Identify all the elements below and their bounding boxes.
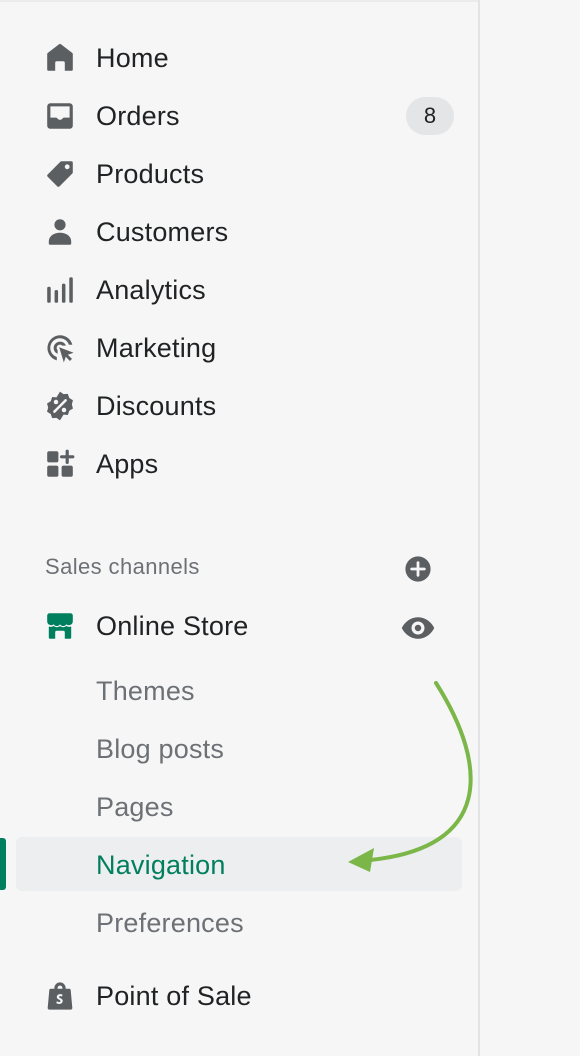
shopping-bag-icon — [44, 980, 76, 1012]
sidebar-item-online-store[interactable]: Online Store — [16, 599, 462, 653]
active-item-indicator — [0, 838, 6, 890]
sidebar-item-label: Marketing — [96, 332, 217, 363]
sidebar-item-analytics[interactable]: Analytics — [16, 263, 462, 317]
sidebar-item-home[interactable]: Home — [16, 31, 462, 85]
view-online-store-eye-icon[interactable] — [400, 610, 436, 646]
online-store-sub-item-preferences[interactable]: Preferences — [16, 895, 462, 949]
orders-icon — [44, 100, 76, 132]
store-icon — [44, 610, 76, 642]
sidebar-item-customers[interactable]: Customers — [16, 205, 462, 259]
sidebar: Home Orders 8 Products Customers Analyti… — [0, 0, 478, 1056]
home-icon — [44, 42, 76, 74]
sub-item-label: Blog posts — [96, 734, 225, 764]
sidebar-item-label: Customers — [96, 216, 229, 247]
sub-item-label: Pages — [96, 792, 174, 822]
sidebar-item-label: Analytics — [96, 274, 206, 305]
apps-icon — [44, 448, 76, 480]
sidebar-item-products[interactable]: Products — [16, 147, 462, 201]
sidebar-item-label: Online Store — [96, 610, 249, 641]
sub-item-label: Themes — [96, 676, 195, 706]
orders-count-badge: 8 — [406, 97, 454, 135]
sales-channels-heading: Sales channels — [45, 554, 200, 579]
main-content — [480, 0, 580, 1056]
sidebar-item-label: Orders — [96, 100, 180, 131]
sidebar-item-label: Products — [96, 158, 205, 189]
sidebar-item-label: Discounts — [96, 390, 217, 421]
annotation-arrow — [348, 681, 473, 872]
target-icon — [44, 332, 76, 364]
sub-item-label: Navigation — [96, 850, 226, 880]
sub-item-label: Preferences — [96, 908, 244, 938]
sidebar-item-apps[interactable]: Apps — [16, 437, 462, 491]
sidebar-item-orders[interactable]: Orders 8 — [16, 89, 462, 143]
sidebar-item-marketing[interactable]: Marketing — [16, 321, 462, 375]
sidebar-item-discounts[interactable]: Discounts — [16, 379, 462, 433]
sidebar-item-label: Point of Sale — [96, 980, 252, 1011]
bar-chart-icon — [44, 274, 76, 306]
sidebar-item-label: Home — [96, 42, 169, 73]
add-sales-channel-icon[interactable] — [404, 555, 432, 583]
top-divider — [0, 0, 478, 2]
sidebar-item-label: Apps — [96, 448, 159, 479]
tag-icon — [44, 158, 76, 190]
person-icon — [44, 216, 76, 248]
sidebar-item-point-of-sale[interactable]: Point of Sale — [16, 969, 462, 1023]
discount-icon — [44, 390, 76, 422]
